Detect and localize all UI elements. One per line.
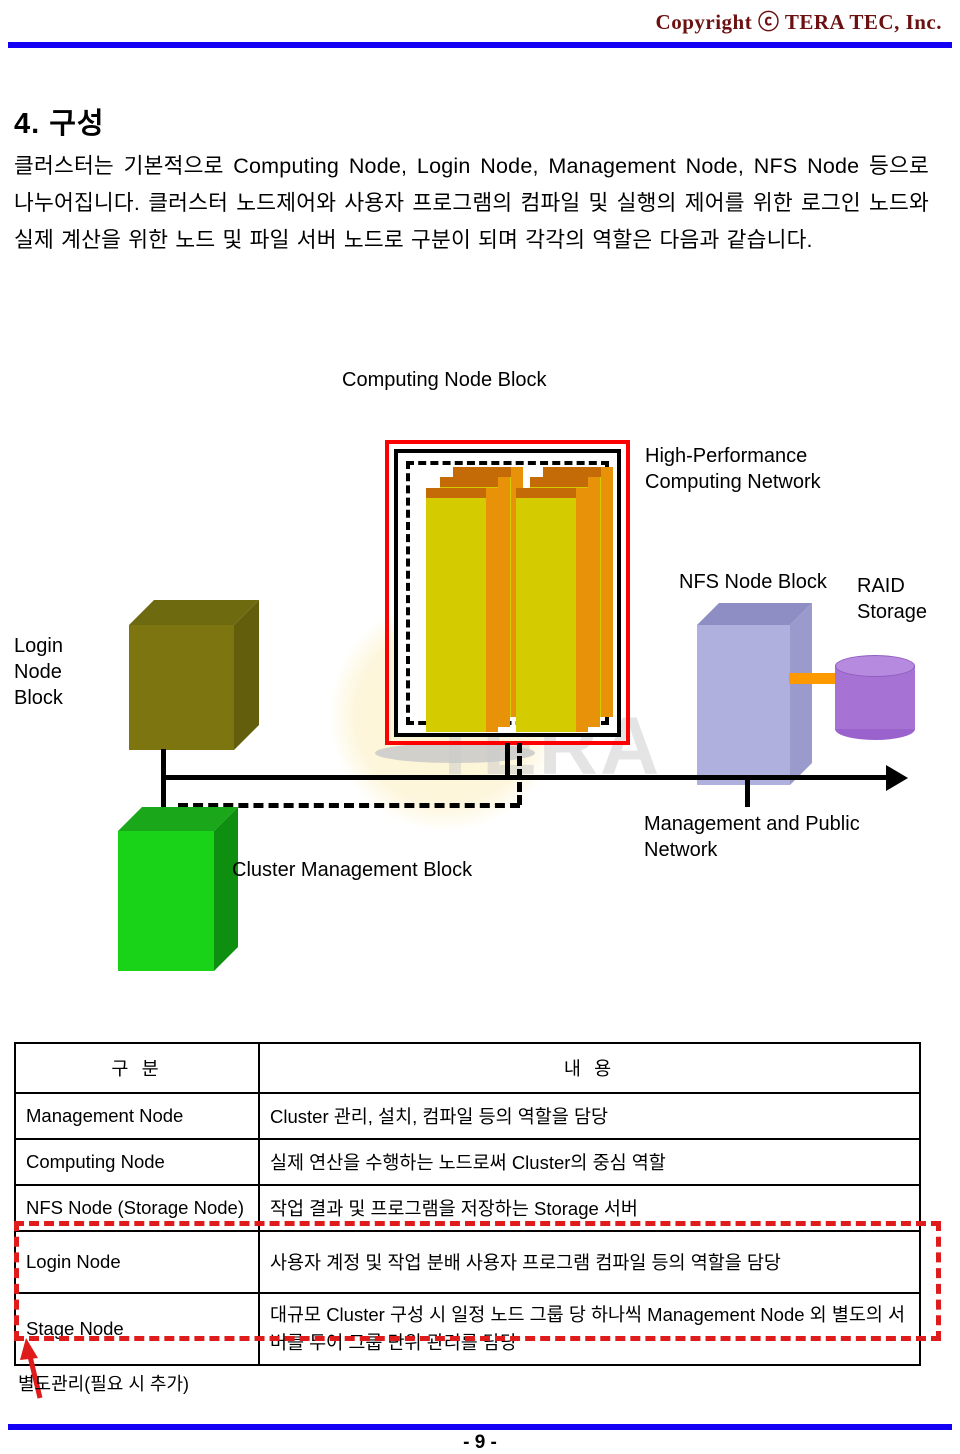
hpc-link-vertical-dashed [517,743,522,805]
table-cell-category: Management Node [14,1092,260,1140]
floor-shadow-decoration [375,743,535,763]
nfs-node-box [697,603,812,785]
login-node-network-drop [161,749,166,811]
stage-node-annotation-box [14,1221,941,1341]
table-cell-category: Computing Node [14,1138,260,1186]
login-node-shape [129,600,259,750]
table-header-description: 내 용 [258,1042,921,1094]
network-bus-arrow-icon [886,765,908,791]
label-raid-storage: RAID Storage [857,575,928,623]
page-number: - 9 - [463,1432,497,1453]
label-login-node-block: Login Node Block [14,635,63,709]
cluster-architecture-diagram: TERA Computing Node Block High-Performan… [0,345,960,1005]
header-divider-rule [8,42,952,48]
label-management-public-network: Management and Public Network [644,813,860,861]
nfs-node-network-drop [745,777,750,807]
copyright-notice: Copyright ⓒ TERA TEC, Inc. [655,10,942,34]
computing-block-network-drop [505,743,510,777]
table-row: Computing Node 실제 연산을 수행하는 노드로써 Cluster의… [14,1138,921,1186]
label-cluster-management-block: Cluster Management Block [232,859,473,881]
table-header-category: 구 분 [14,1042,260,1094]
page-title: 4. 구성 [14,108,105,140]
rack-slab [426,488,498,732]
cluster-management-box [118,807,238,971]
table-cell-description: Cluster 관리, 설치, 컴파일 등의 역할을 담당 [258,1092,921,1140]
table-row: Management Node Cluster 관리, 설치, 컴파일 등의 역… [14,1092,921,1140]
intro-paragraph: 클러스터는 기본적으로 Computing Node, Login Node, … [14,154,929,252]
table-header-row: 구 분 내 용 [14,1042,921,1094]
raid-storage-cylinder [835,655,915,740]
annotation-caption: 별도관리(필요 시 추가) [18,1374,190,1394]
management-public-network-bus [161,775,890,780]
table-cell-description: 실제 연산을 수행하는 노드로써 Cluster의 중심 역할 [258,1138,921,1186]
label-nfs-node-block: NFS Node Block [679,571,827,593]
footer-divider-rule [8,1424,952,1430]
raid-storage-link [789,673,839,684]
rack-slab [516,488,588,732]
label-hpc-network: High-Performance Computing Network [645,445,821,493]
label-computing-node-block: Computing Node Block [342,369,547,391]
